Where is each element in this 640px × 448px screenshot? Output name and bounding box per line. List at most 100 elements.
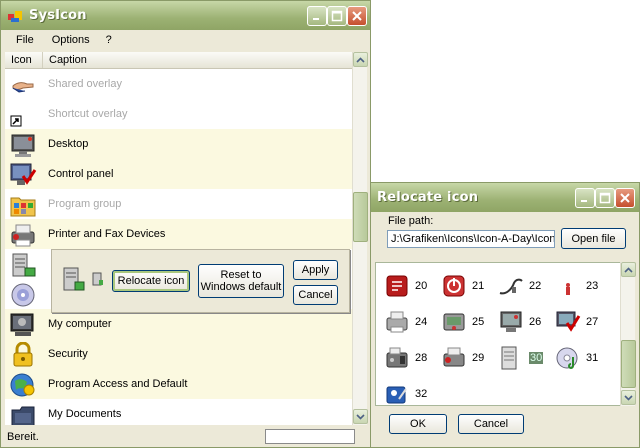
grid-icon-cell[interactable]: 29 bbox=[437, 343, 497, 373]
document-icon bbox=[501, 346, 517, 370]
status-progress bbox=[265, 429, 355, 444]
grid-icon-cell[interactable]: 25 bbox=[437, 307, 497, 337]
desktop-icon bbox=[11, 134, 35, 157]
list-header: Icon Caption bbox=[5, 52, 352, 69]
printer-icon bbox=[386, 311, 408, 333]
chevron-down-icon bbox=[356, 413, 365, 420]
grid-icon-cell[interactable]: 24 bbox=[380, 307, 440, 337]
printer-red-icon bbox=[443, 347, 465, 367]
list-item[interactable]: Security bbox=[5, 339, 352, 369]
monitor-icon bbox=[500, 311, 522, 332]
minimize-button[interactable] bbox=[307, 6, 327, 26]
row-caption: Printer and Fax Devices bbox=[48, 228, 166, 240]
relocate-close-button[interactable] bbox=[615, 188, 635, 208]
icon-grid-scrollbar[interactable] bbox=[620, 262, 636, 406]
menu-file[interactable]: File bbox=[2, 34, 42, 46]
maximize-button[interactable] bbox=[327, 6, 347, 26]
grid-icon-cell[interactable]: 28 bbox=[380, 343, 440, 373]
chevron-down-icon bbox=[624, 394, 633, 401]
minimize-icon bbox=[313, 18, 319, 20]
main-window-title: SysIcon bbox=[29, 8, 87, 23]
icon-index: 24 bbox=[415, 316, 428, 328]
list-item[interactable]: My computer bbox=[5, 309, 352, 339]
scroll-thumb[interactable] bbox=[353, 192, 368, 242]
column-header-caption[interactable]: Caption bbox=[43, 52, 352, 68]
relocate-minimize-button[interactable] bbox=[575, 188, 595, 208]
grid-icon-cell[interactable]: 23 bbox=[551, 271, 611, 301]
reset-default-button[interactable]: Reset to Windows default bbox=[198, 264, 284, 298]
grid-icon-cell[interactable]: 32 bbox=[380, 379, 440, 405]
main-titlebar[interactable]: SysIcon bbox=[1, 1, 370, 30]
list-item[interactable]: Control panel bbox=[5, 159, 352, 189]
menu-options[interactable]: Options bbox=[42, 34, 98, 46]
icon-index: 23 bbox=[586, 280, 599, 292]
grid-icon-cell[interactable]: 21 bbox=[437, 271, 497, 301]
grid-icon-cell[interactable]: 30 bbox=[494, 343, 554, 373]
icon-list[interactable]: Shared overlay Shortcut overlay Desktop … bbox=[5, 69, 352, 425]
grid-icon-cell[interactable]: 27 bbox=[551, 307, 611, 337]
pdf-icon bbox=[386, 275, 408, 297]
scanner-icon bbox=[443, 313, 465, 331]
menu-help[interactable]: ? bbox=[98, 34, 120, 46]
list-item[interactable]: Program group bbox=[5, 189, 352, 219]
row-caption: My Documents bbox=[48, 408, 122, 420]
close-icon bbox=[352, 11, 362, 21]
file-path-input[interactable]: J:\Grafiken\Icons\Icon-A-Day\Icon-A-Day bbox=[387, 230, 555, 248]
list-item[interactable]: My Documents bbox=[5, 399, 352, 425]
program-access-icon bbox=[10, 373, 35, 397]
icon-index: 21 bbox=[472, 280, 485, 292]
chevron-up-icon bbox=[356, 56, 365, 63]
list-item[interactable]: Shortcut overlay bbox=[5, 99, 352, 129]
relocate-maximize-button[interactable] bbox=[595, 188, 615, 208]
grid-icon-cell[interactable]: 26 bbox=[494, 307, 554, 337]
relocate-titlebar[interactable]: Relocate icon bbox=[371, 183, 639, 212]
printer-icon bbox=[11, 224, 35, 247]
monitor-check-icon bbox=[556, 311, 581, 332]
power-icon bbox=[443, 275, 465, 297]
main-list-scrollbar[interactable] bbox=[352, 52, 368, 425]
scroll-down-button[interactable] bbox=[621, 390, 636, 405]
icon-index: 20 bbox=[415, 280, 428, 292]
shared-overlay-icon bbox=[12, 82, 34, 93]
icon-index: 26 bbox=[529, 316, 542, 328]
apply-button[interactable]: Apply bbox=[293, 260, 338, 280]
scroll-up-button[interactable] bbox=[353, 52, 368, 67]
column-header-icon[interactable]: Icon bbox=[5, 52, 43, 68]
my-documents-icon bbox=[11, 406, 35, 425]
user-card-icon bbox=[386, 386, 407, 404]
icon-index: 25 bbox=[472, 316, 485, 328]
scroll-down-button[interactable] bbox=[353, 409, 368, 424]
icon-index: 32 bbox=[415, 388, 428, 400]
list-item[interactable]: Printer and Fax Devices bbox=[5, 219, 352, 249]
row-caption: Shortcut overlay bbox=[48, 108, 128, 120]
popup-cancel-button[interactable]: Cancel bbox=[293, 285, 338, 305]
open-file-button[interactable]: Open file bbox=[561, 228, 626, 249]
close-button[interactable] bbox=[347, 6, 367, 26]
icon-grid[interactable]: 20 21 22 23 24 25 26 27 28 29 30 31 32 bbox=[375, 262, 621, 406]
close-icon bbox=[620, 193, 630, 203]
grid-icon-cell[interactable]: 31 bbox=[551, 343, 611, 373]
list-item[interactable]: Program Access and Default bbox=[5, 369, 352, 399]
list-item[interactable]: Desktop bbox=[5, 129, 352, 159]
file-path-label: File path: bbox=[388, 215, 434, 227]
minimize-icon bbox=[581, 200, 587, 202]
relocate-icon-button[interactable]: Relocate icon bbox=[112, 270, 190, 292]
icon-index: 30 bbox=[529, 352, 544, 364]
server-icon bbox=[12, 253, 36, 277]
row-caption: Desktop bbox=[48, 138, 89, 150]
grid-icon-cell[interactable]: 22 bbox=[494, 271, 554, 301]
app-icon bbox=[8, 10, 22, 22]
scroll-up-button[interactable] bbox=[621, 262, 636, 277]
grid-icon-cell[interactable]: 20 bbox=[380, 271, 440, 301]
ok-button[interactable]: OK bbox=[389, 414, 447, 434]
row-caption: Control panel bbox=[48, 168, 114, 180]
list-item[interactable]: Shared overlay bbox=[5, 69, 352, 99]
preview-small-icon bbox=[92, 272, 103, 286]
status-bar: Bereit. bbox=[2, 427, 369, 447]
fax-icon bbox=[386, 347, 408, 368]
icon-index: 22 bbox=[529, 280, 542, 292]
scroll-thumb[interactable] bbox=[621, 340, 636, 388]
cable-icon bbox=[499, 278, 523, 295]
dialog-cancel-button[interactable]: Cancel bbox=[458, 414, 524, 434]
program-group-icon bbox=[10, 197, 36, 217]
